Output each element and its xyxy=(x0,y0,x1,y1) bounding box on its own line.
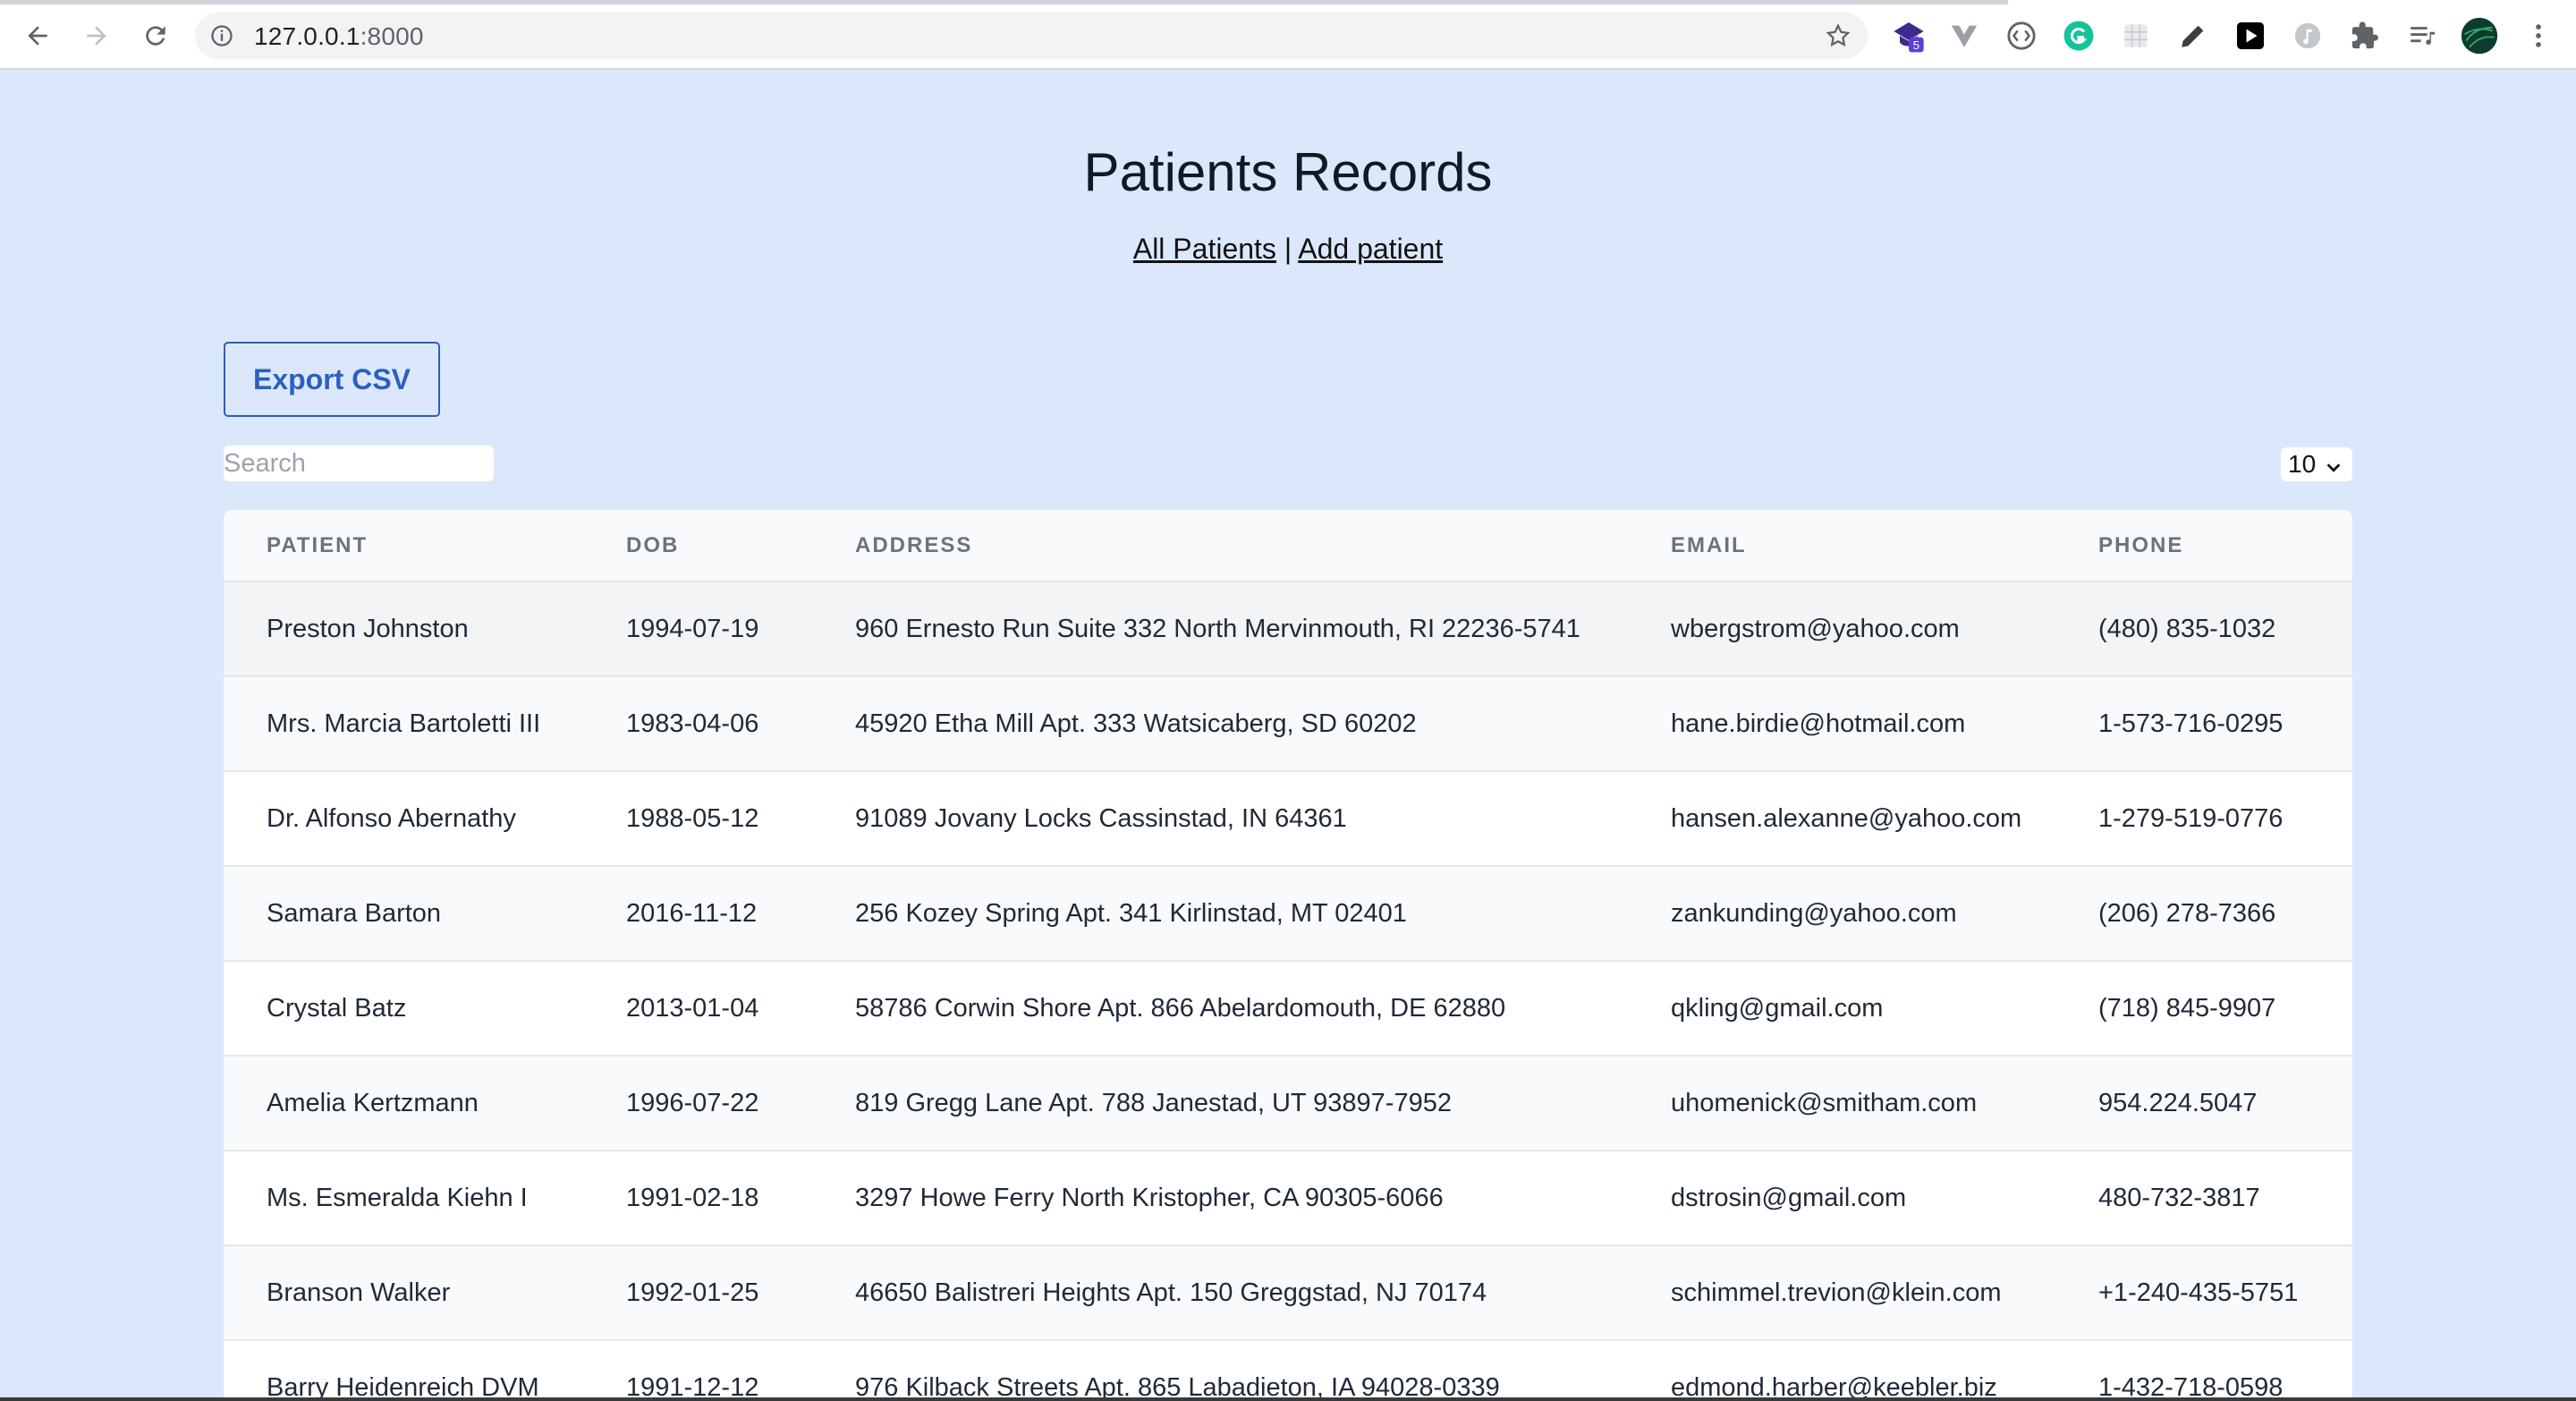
site-info-icon[interactable] xyxy=(209,23,234,53)
reload-icon xyxy=(146,26,165,46)
patient-name-cell: Branson Walker xyxy=(267,1278,451,1307)
email-cell: schimmel.trevion@klein.com xyxy=(1671,1278,2002,1307)
patient-name-cell: Crystal Batz xyxy=(267,993,407,1023)
table-row[interactable]: Samara Barton 2016-11-12 256 Kozey Sprin… xyxy=(224,866,2352,961)
patient-name-cell: Ms. Esmeralda Kiehn I xyxy=(267,1183,528,1212)
patients-table: PATIENT DOB ADDRESS EMAIL PHONE Preston … xyxy=(224,510,2352,1401)
search-input[interactable] xyxy=(224,446,494,481)
play-extension-icon[interactable] xyxy=(2231,16,2270,55)
dob-cell: 1991-02-18 xyxy=(626,1183,759,1212)
url-port: :8000 xyxy=(360,22,424,50)
address-cell: 976 Kilback Streets Apt. 865 Labadieton,… xyxy=(855,1373,1500,1401)
column-header-patient[interactable]: PATIENT xyxy=(224,510,583,582)
dob-cell: 1996-07-22 xyxy=(626,1088,759,1117)
phone-cell: 1-279-519-0776 xyxy=(2098,803,2284,833)
music-extension-icon[interactable] xyxy=(2288,16,2327,55)
column-header-phone[interactable]: PHONE xyxy=(2055,510,2352,582)
table-row[interactable]: Amelia Kertzmann 1996-07-22 819 Gregg La… xyxy=(224,1056,2352,1151)
all-patients-link[interactable]: All Patients xyxy=(1133,233,1276,265)
address-cell: 256 Kozey Spring Apt. 341 Kirlinstad, MT… xyxy=(855,898,1407,928)
address-cell: 58786 Corwin Shore Apt. 866 Abelardomout… xyxy=(855,993,1506,1023)
loading-progress-bar xyxy=(0,0,2008,4)
chevron-down-icon xyxy=(2324,455,2343,484)
email-cell: edmond.harber@keebler.biz xyxy=(1671,1373,1997,1401)
dob-cell: 2013-01-04 xyxy=(626,993,759,1023)
page-title: Patients Records xyxy=(1083,142,1493,202)
dob-cell: 1988-05-12 xyxy=(626,803,759,833)
address-cell: 960 Ernesto Run Suite 332 North Mervinmo… xyxy=(855,614,1580,643)
email-cell: zankunding@yahoo.com xyxy=(1671,898,1957,928)
vue-devtools-extension-icon[interactable] xyxy=(1945,16,1984,55)
phone-cell: (206) 278-7366 xyxy=(2098,898,2276,928)
email-cell: dstrosin@gmail.com xyxy=(1671,1183,1907,1212)
dob-cell: 2016-11-12 xyxy=(626,898,758,928)
dob-cell: 1994-07-19 xyxy=(626,614,759,643)
email-cell: wbergstrom@yahoo.com xyxy=(1671,614,1960,643)
email-cell: qkling@gmail.com xyxy=(1671,993,1884,1023)
code-circle-extension-icon[interactable] xyxy=(2002,16,2041,55)
url-host: 127.0.0.1 xyxy=(254,22,360,50)
patient-name-cell: Mrs. Marcia Bartoletti III xyxy=(267,709,541,738)
table-header-row: PATIENT DOB ADDRESS EMAIL PHONE xyxy=(224,510,2352,582)
page-nav: All Patients | Add patient xyxy=(0,233,2576,266)
phone-cell: 954.224.5047 xyxy=(2098,1088,2258,1117)
column-header-dob[interactable]: DOB xyxy=(583,510,812,582)
dob-cell: 1992-01-25 xyxy=(626,1278,759,1307)
extensions-puzzle-icon[interactable] xyxy=(2345,16,2385,55)
phone-cell: 1-573-716-0295 xyxy=(2098,709,2284,738)
address-cell: 819 Gregg Lane Apt. 788 Janestad, UT 938… xyxy=(855,1088,1452,1117)
email-cell: hane.birdie@hotmail.com xyxy=(1671,709,1966,738)
table-row[interactable]: Ms. Esmeralda Kiehn I 1991-02-18 3297 Ho… xyxy=(224,1151,2352,1245)
table-row[interactable]: Crystal Batz 2013-01-04 58786 Corwin Sho… xyxy=(224,961,2352,1056)
table-row[interactable]: Mrs. Marcia Bartoletti III 1983-04-06 45… xyxy=(224,676,2352,771)
browser-toolbar: 127.0.0.1:8000 5 xyxy=(0,0,2576,70)
grid-extension-icon[interactable] xyxy=(2116,16,2156,55)
email-cell: uhomenick@smitham.com xyxy=(1671,1088,1978,1117)
address-cell: 91089 Jovany Locks Cassinstad, IN 64361 xyxy=(855,803,1347,833)
forward-button[interactable] xyxy=(77,16,116,55)
address-cell: 3297 Howe Ferry North Kristopher, CA 903… xyxy=(855,1183,1444,1212)
export-csv-button[interactable]: Export CSV xyxy=(224,342,440,417)
table-row[interactable]: Dr. Alfonso Abernathy 1988-05-12 91089 J… xyxy=(224,771,2352,866)
extension-badge-count: 5 xyxy=(1913,38,1919,52)
graduation-cap-extension-icon[interactable]: 5 xyxy=(1889,16,1928,55)
address-bar[interactable]: 127.0.0.1:8000 xyxy=(195,13,1868,59)
grammarly-extension-icon[interactable] xyxy=(2059,16,2098,55)
back-button[interactable] xyxy=(18,16,57,55)
url-text: 127.0.0.1:8000 xyxy=(254,22,424,51)
profile-avatar[interactable] xyxy=(2460,16,2499,55)
arrow-left-icon xyxy=(28,26,47,46)
address-cell: 46650 Balistreri Heights Apt. 150 Greggs… xyxy=(855,1278,1487,1307)
reload-button[interactable] xyxy=(136,16,175,55)
phone-cell: 480-732-3817 xyxy=(2098,1183,2260,1212)
patient-name-cell: Dr. Alfonso Abernathy xyxy=(267,803,516,833)
phone-cell: (718) 845-9907 xyxy=(2098,993,2276,1023)
email-cell: hansen.alexanne@yahoo.com xyxy=(1671,803,2022,833)
browser-menu-icon[interactable] xyxy=(2519,16,2558,55)
patient-name-cell: Barry Heidenreich DVM xyxy=(267,1373,539,1401)
reading-list-icon[interactable] xyxy=(2402,16,2442,55)
pencil-extension-icon[interactable] xyxy=(2174,16,2213,55)
patient-name-cell: Samara Barton xyxy=(267,898,442,928)
table-row[interactable]: Branson Walker 1992-01-25 46650 Balistre… xyxy=(224,1245,2352,1340)
nav-separator: | xyxy=(1284,233,1292,265)
patient-name-cell: Amelia Kertzmann xyxy=(267,1088,479,1117)
column-header-email[interactable]: EMAIL xyxy=(1628,510,2055,582)
per-page-value: 10 xyxy=(2288,450,2317,478)
per-page-select[interactable]: 10 xyxy=(2281,447,2352,481)
add-patient-link[interactable]: Add patient xyxy=(1298,233,1443,265)
dob-cell: 1991-12-12 xyxy=(626,1373,759,1401)
column-header-address[interactable]: ADDRESS xyxy=(812,510,1628,582)
arrow-right-icon xyxy=(87,26,106,46)
phone-cell: (480) 835-1032 xyxy=(2098,614,2276,643)
table-row[interactable]: Barry Heidenreich DVM 1991-12-12 976 Kil… xyxy=(224,1340,2352,1401)
address-cell: 45920 Etha Mill Apt. 333 Watsicaberg, SD… xyxy=(855,709,1417,738)
patient-name-cell: Preston Johnston xyxy=(267,614,469,643)
bookmark-star-icon[interactable] xyxy=(1825,22,1852,54)
table-row[interactable]: Preston Johnston 1994-07-19 960 Ernesto … xyxy=(224,582,2352,676)
phone-cell: 1-432-718-0598 xyxy=(2098,1373,2284,1401)
window-bottom-edge xyxy=(0,1397,2576,1401)
phone-cell: +1-240-435-5751 xyxy=(2098,1278,2299,1307)
dob-cell: 1983-04-06 xyxy=(626,709,759,738)
